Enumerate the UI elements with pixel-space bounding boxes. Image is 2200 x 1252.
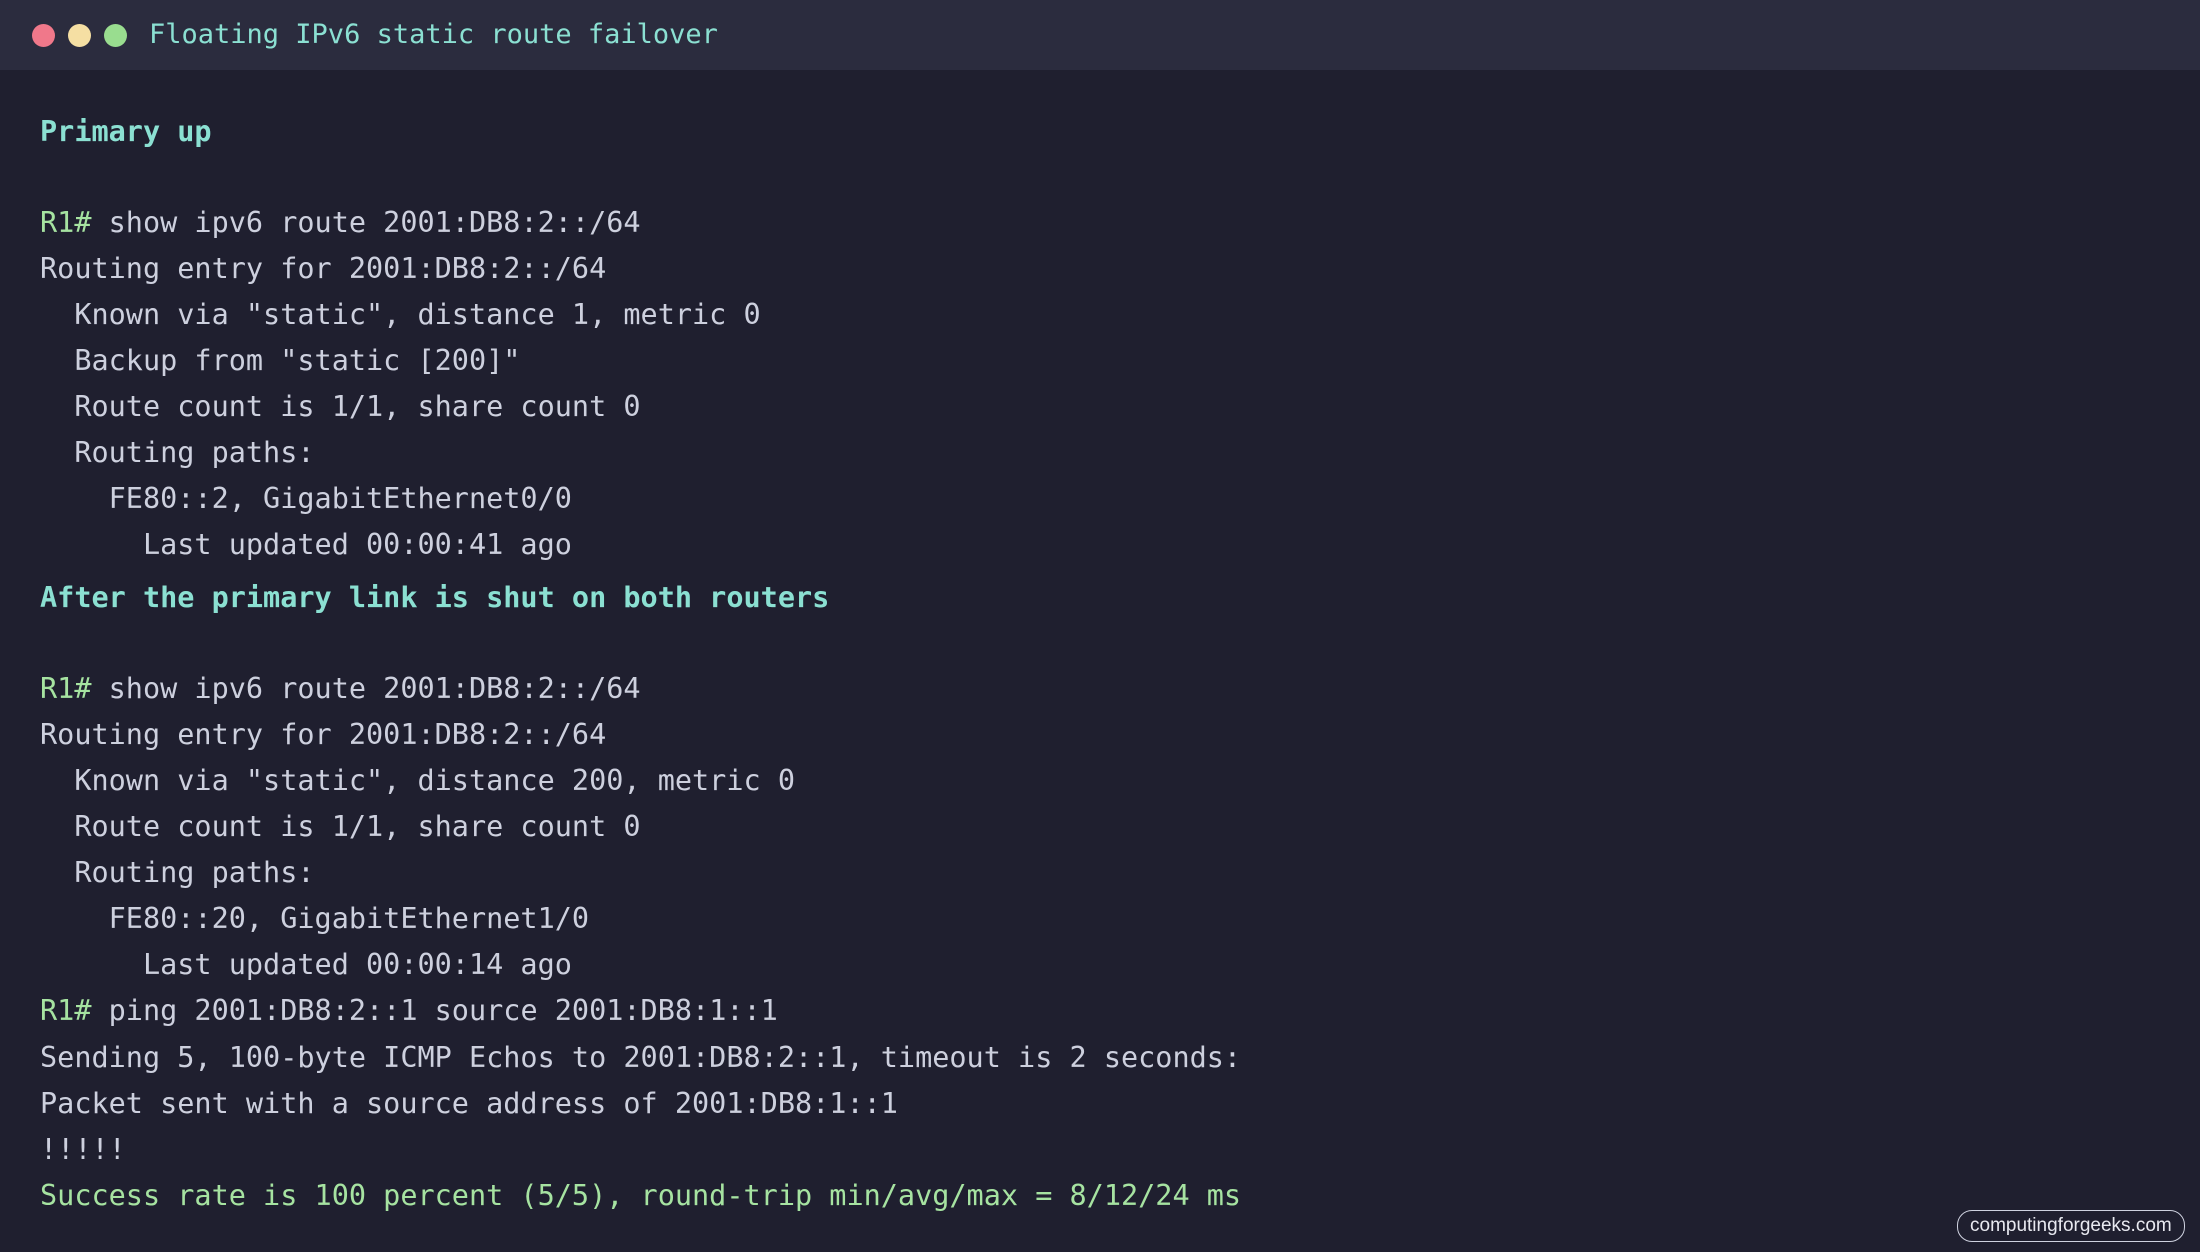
- output-line: Known via "static", distance 200, metric…: [40, 764, 795, 797]
- title-bar: Floating IPv6 static route failover: [0, 0, 2200, 70]
- section-heading-after-failover: After the primary link is shut on both r…: [40, 581, 830, 614]
- output-line: Route count is 1/1, share count 0: [40, 390, 641, 423]
- output-line: Packet sent with a source address of 200…: [40, 1087, 898, 1120]
- output-line: FE80::20, GigabitEthernet1/0: [40, 902, 590, 935]
- command-line: R1# show ipv6 route 2001:DB8:2::/64: [40, 669, 641, 709]
- watermark-badge: computingforgeeks.com: [1957, 1210, 2185, 1242]
- output-line: Sending 5, 100-byte ICMP Echos to 2001:D…: [40, 1041, 1242, 1074]
- output-line: Routing paths:: [40, 856, 315, 889]
- command-text: ping 2001:DB8:2::1 source 2001:DB8:1::1: [91, 994, 778, 1027]
- output-line: Backup from "static [200]": [40, 344, 521, 377]
- output-line: Last updated 00:00:14 ago: [40, 948, 572, 981]
- output-line: FE80::2, GigabitEthernet0/0: [40, 482, 572, 515]
- output-line: Known via "static", distance 1, metric 0: [40, 298, 761, 331]
- command-text: show ipv6 route 2001:DB8:2::/64: [91, 672, 641, 705]
- output-line: !!!!!: [40, 1133, 126, 1166]
- shell-prompt: R1#: [40, 672, 92, 705]
- minimize-window-button[interactable]: [68, 24, 91, 47]
- output-line: Route count is 1/1, share count 0: [40, 810, 641, 843]
- window-title: Floating IPv6 static route failover: [149, 19, 718, 50]
- command-line: R1# show ipv6 route 2001:DB8:2::/64: [40, 203, 641, 243]
- command-line: R1# ping 2001:DB8:2::1 source 2001:DB8:1…: [40, 991, 778, 1031]
- zoom-window-button[interactable]: [104, 24, 127, 47]
- close-window-button[interactable]: [32, 24, 55, 47]
- output-line: Routing entry for 2001:DB8:2::/64: [40, 252, 607, 285]
- terminal-window: Floating IPv6 static route failover Prim…: [0, 0, 2200, 1252]
- output-line: Last updated 00:00:41 ago: [40, 528, 572, 561]
- shell-prompt: R1#: [40, 206, 92, 239]
- output-line: Routing entry for 2001:DB8:2::/64: [40, 718, 607, 751]
- shell-prompt: R1#: [40, 994, 92, 1027]
- command-text: show ipv6 route 2001:DB8:2::/64: [91, 206, 641, 239]
- section-heading-primary-up: Primary up: [40, 115, 212, 148]
- output-line: Routing paths:: [40, 436, 315, 469]
- ping-success-line: Success rate is 100 percent (5/5), round…: [40, 1179, 1242, 1212]
